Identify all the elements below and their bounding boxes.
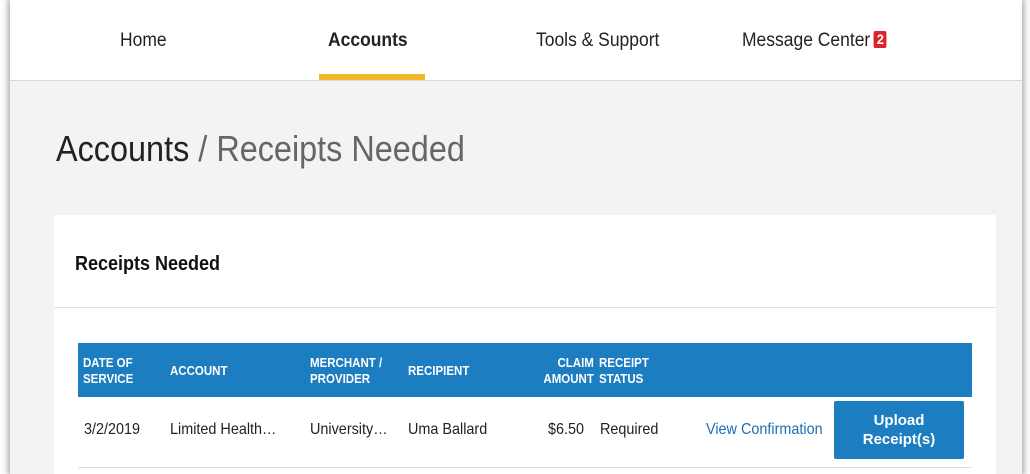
upload-button-line1: Upload xyxy=(873,412,925,429)
header-date-line1: DATE OF xyxy=(83,356,133,370)
app-window: Home Accounts Tools & Support Message Ce… xyxy=(10,0,1022,474)
nav-accounts[interactable]: Accounts xyxy=(328,30,408,52)
message-count-badge: 2 xyxy=(873,31,887,48)
upload-button-line2: Receipt(s) xyxy=(862,431,936,448)
cell-claim-amount: $6.50 xyxy=(548,421,585,438)
header-merchant-line2: PROVIDER xyxy=(310,372,371,386)
header-status-line2: STATUS xyxy=(599,372,644,386)
receipts-needed-card: Receipts Needed DATE OF SERVICE ACCOUNT … xyxy=(54,215,996,474)
cell-date: 3/2/2019 xyxy=(84,421,141,438)
view-confirmation-link[interactable]: View Confirmation xyxy=(706,421,823,439)
header-receipt-status: RECEIPT STATUS xyxy=(599,355,649,387)
header-claim-line1: CLAIM xyxy=(557,356,594,370)
breadcrumb-accounts-link[interactable]: Accounts xyxy=(56,128,189,169)
cell-recipient: Uma Ballard xyxy=(408,421,488,438)
cell-account: Limited Health… xyxy=(170,421,277,438)
card-title: Receipts Needed xyxy=(75,253,221,275)
cell-receipt-status: Required xyxy=(600,421,659,438)
header-claim-line2: AMOUNT xyxy=(543,372,594,386)
header-date-of-service: DATE OF SERVICE xyxy=(83,355,133,387)
active-tab-indicator xyxy=(319,74,425,80)
nav-tools-support[interactable]: Tools & Support xyxy=(536,30,659,52)
table-row: 3/2/2019 Limited Health… University… Uma… xyxy=(78,397,972,468)
page-title: Accounts / Receipts Needed xyxy=(56,128,465,170)
nav-message-center[interactable]: Message Center 2 xyxy=(742,30,887,52)
header-status-line1: RECEIPT xyxy=(599,356,649,370)
card-divider xyxy=(54,307,996,308)
header-merchant-provider: MERCHANT / PROVIDER xyxy=(310,355,382,387)
nav-home[interactable]: Home xyxy=(120,30,167,52)
cell-merchant: University… xyxy=(310,421,388,438)
top-navigation: Home Accounts Tools & Support Message Ce… xyxy=(10,0,1022,81)
breadcrumb-separator: / xyxy=(198,128,208,169)
header-date-line2: SERVICE xyxy=(83,372,134,386)
breadcrumb-current: Receipts Needed xyxy=(216,128,465,169)
header-account: ACCOUNT xyxy=(170,364,228,378)
header-claim-amount: CLAIM AMOUNT xyxy=(544,355,594,387)
header-merchant-line1: MERCHANT / xyxy=(310,356,383,370)
main-content: Accounts / Receipts Needed Receipts Need… xyxy=(10,81,1022,474)
table-header: DATE OF SERVICE ACCOUNT MERCHANT / PROVI… xyxy=(78,343,972,397)
header-recipient: RECIPIENT xyxy=(408,364,470,378)
nav-message-center-label: Message Center xyxy=(742,30,871,51)
upload-receipts-button[interactable]: Upload Receipt(s) xyxy=(834,401,964,459)
